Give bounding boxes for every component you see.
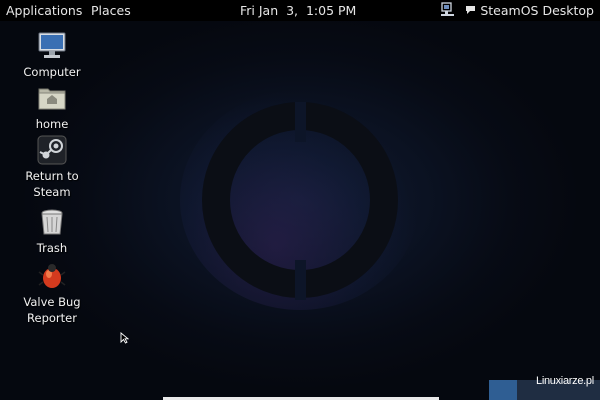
applications-menu[interactable]: Applications [6, 3, 82, 18]
top-panel: Applications Places Fri Jan 3, 1:05 PM S… [0, 0, 600, 21]
desktop-icon-home[interactable]: home [12, 82, 92, 132]
user-menu[interactable]: SteamOS Desktop [465, 3, 594, 18]
network-wired-icon[interactable] [440, 1, 455, 17]
steam-icon [37, 135, 67, 165]
watermark: Linuxiarze.pl [536, 375, 594, 387]
home-folder-icon [38, 88, 66, 110]
desktop-icon-label: Return to Steam [25, 169, 79, 199]
desktop-icon-trash[interactable]: Trash [12, 206, 92, 256]
desktop-icon-label: Valve Bug Reporter [23, 295, 81, 325]
desktop-icon-label: Trash [36, 241, 68, 255]
steamos-logo [202, 102, 398, 300]
places-menu[interactable]: Places [91, 3, 131, 18]
computer-icon [38, 32, 66, 58]
trash-icon [41, 209, 63, 235]
desktop-icon-computer[interactable]: Computer [12, 30, 92, 80]
bug-icon [38, 264, 66, 288]
desktop-icon-return-to-steam[interactable]: Return to Steam [12, 134, 92, 200]
clock[interactable]: Fri Jan 3, 1:05 PM [240, 3, 356, 18]
desktop-icon-label: Computer [23, 65, 81, 79]
user-menu-label: SteamOS Desktop [480, 3, 594, 18]
user-chat-icon [465, 3, 476, 18]
mouse-cursor-icon [120, 332, 129, 344]
workspace-active[interactable] [489, 380, 517, 400]
desktop-icon-label: home [35, 117, 69, 131]
desktop-icon-valve-bug-reporter[interactable]: Valve Bug Reporter [12, 260, 92, 326]
desktop: Applications Places Fri Jan 3, 1:05 PM S… [0, 0, 600, 400]
